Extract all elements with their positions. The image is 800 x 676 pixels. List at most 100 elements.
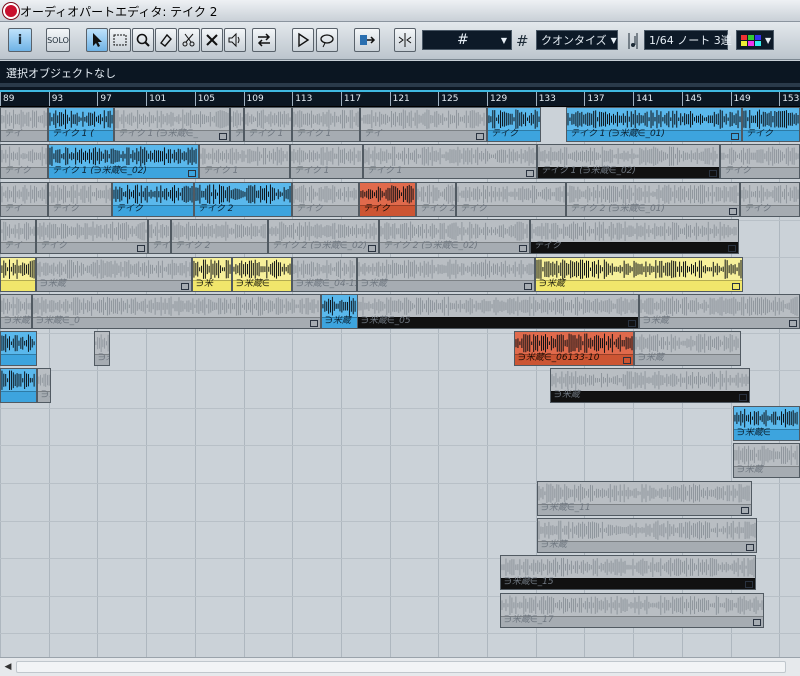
audio-event[interactable]: テイク 1	[199, 144, 290, 179]
ruler-mark: 129	[487, 92, 507, 106]
audio-event[interactable]: ∋米蔵	[0, 294, 32, 329]
autoscroll-button[interactable]	[354, 28, 380, 52]
audio-event[interactable]: ∋米蔵	[733, 443, 800, 478]
continuation-icon	[628, 320, 636, 327]
audio-event[interactable]: ∋米蔵∈_17	[500, 593, 764, 628]
audio-event[interactable]: テイク 1	[363, 144, 537, 179]
waveform	[567, 109, 741, 129]
audio-event[interactable]: ∋米	[192, 257, 232, 292]
audio-event[interactable]: ∋米蔵∈_11	[537, 481, 752, 516]
audio-event[interactable]: テイク 1 (∋米蔵∈_	[114, 107, 230, 142]
horizontal-scrollbar[interactable]: ◀	[0, 657, 800, 676]
range-select-tool[interactable]	[109, 28, 131, 52]
audio-event[interactable]	[0, 257, 36, 292]
audio-event[interactable]: ∋米蔵	[357, 257, 535, 292]
audio-event[interactable]: テイク	[487, 107, 541, 142]
audio-event[interactable]: テイク	[112, 182, 194, 217]
event-display[interactable]: テイテイク 1 (テイク 1 (∋米蔵∈_テイテイク 1テイク 1テイテイクテイ…	[0, 107, 800, 657]
audio-event[interactable]: テイク	[359, 182, 416, 217]
audio-event[interactable]: テイク 1 (	[48, 107, 114, 142]
lane-divider	[0, 633, 800, 635]
solo-button[interactable]: SOLO	[46, 28, 70, 52]
waveform	[640, 296, 798, 316]
audio-event[interactable]: テイク 2 (∋米蔵∈_01)	[566, 182, 740, 217]
color-menu-dropdown[interactable]: ▼	[736, 30, 774, 50]
audio-event[interactable]	[0, 331, 37, 366]
scrub-tool[interactable]	[252, 28, 276, 52]
info-button[interactable]: i	[8, 28, 32, 52]
play-button[interactable]	[292, 28, 314, 52]
speaker-tool[interactable]	[224, 28, 246, 52]
audio-event[interactable]: ∋米蔵∈	[232, 257, 292, 292]
audio-event[interactable]: ∋米蔵	[634, 331, 741, 366]
audio-event[interactable]: テイク	[292, 182, 359, 217]
audio-event[interactable]: ∋米蔵	[36, 257, 192, 292]
audio-event[interactable]: テイク 1	[292, 107, 360, 142]
event-label: テイク 2	[198, 204, 234, 214]
event-label: テイク	[4, 166, 31, 176]
continuation-icon	[526, 170, 534, 177]
audio-event[interactable]: テイ	[0, 107, 48, 142]
zoom-tool[interactable]	[132, 28, 154, 52]
grid-type-dropdown[interactable]: # ▼	[422, 30, 512, 50]
audio-event[interactable]	[0, 368, 37, 403]
continuation-icon	[188, 170, 196, 177]
audio-event[interactable]: テイク 2 (	[416, 182, 456, 217]
audio-event[interactable]: ∋米蔵	[535, 257, 743, 292]
audio-event[interactable]: テイク	[48, 182, 112, 217]
audio-part-editor-window: オーディオパートエディタ: テイク 2 i SOLO # ▼ # クオンタイズ …	[0, 0, 800, 676]
audio-event[interactable]: テイク 2	[148, 219, 171, 254]
audio-event[interactable]: テイク 2	[194, 182, 292, 217]
scissors-tool[interactable]	[178, 28, 200, 52]
audio-event[interactable]: テイク 2	[171, 219, 268, 254]
quantize-length-dropdown[interactable]: 1/64 ノート 3連 ▼	[644, 30, 742, 50]
scrollbar-thumb[interactable]	[16, 661, 786, 673]
snap-button[interactable]	[394, 28, 416, 52]
draw-tool[interactable]	[155, 28, 177, 52]
event-label: ∋米蔵∈_0	[36, 316, 80, 326]
color-palette-icon	[741, 34, 761, 46]
audio-event[interactable]: テイク 1 (∋米蔵∈_02)	[537, 144, 720, 179]
audio-event[interactable]: テイク	[530, 219, 739, 254]
waveform	[233, 259, 291, 279]
audio-event[interactable]: ∋米蔵∈_06133-10	[514, 331, 634, 366]
audio-event[interactable]: テイク	[742, 107, 800, 142]
audio-event[interactable]: ∋米蔵∈_06	[94, 331, 110, 366]
audio-event[interactable]: テイク 1	[244, 107, 292, 142]
object-select-tool[interactable]	[86, 28, 108, 52]
audio-event[interactable]: テイ	[230, 107, 244, 142]
audio-event[interactable]: ∋米蔵∈_07XX (∋米蔵∈_07)	[37, 368, 51, 403]
audio-event[interactable]: テイク	[456, 182, 566, 217]
audio-event[interactable]: テイ	[0, 182, 48, 217]
audio-event[interactable]: テイク 1	[290, 144, 363, 179]
audio-event[interactable]: テイ	[360, 107, 487, 142]
audio-event[interactable]: テイク	[0, 144, 48, 179]
bar-ruler[interactable]: 89 93 97 101 105 109 113 117 121 125 129 133 137 141 1…	[0, 87, 800, 107]
audio-event[interactable]: ∋米蔵	[550, 368, 750, 403]
audio-event[interactable]: ∋米蔵∈_05	[357, 294, 639, 329]
audio-event[interactable]: ∋米蔵	[321, 294, 358, 329]
waveform	[488, 109, 540, 129]
audio-event[interactable]: ∋米蔵∈_04-15G(パイケて	[292, 257, 357, 292]
waveform	[515, 333, 633, 353]
audio-event[interactable]: テイク	[740, 182, 800, 217]
waveform	[380, 221, 528, 241]
quantize-dropdown[interactable]: クオンタイズ ▼	[536, 30, 618, 50]
scroll-left-arrow-icon[interactable]: ◀	[1, 660, 15, 674]
audio-event[interactable]: テイク 1 (∋米蔵∈_01)	[566, 107, 742, 142]
event-label: テイク 1 (∋米蔵∈_01)	[570, 129, 665, 139]
audio-event[interactable]: ∋米蔵∈_0	[32, 294, 321, 329]
loop-button[interactable]	[316, 28, 338, 52]
audio-event[interactable]: テイ	[0, 219, 36, 254]
audio-event[interactable]: テイク	[720, 144, 800, 179]
continuation-icon	[137, 245, 145, 252]
audio-event[interactable]: ∋米蔵	[537, 518, 757, 553]
mute-tool[interactable]	[201, 28, 223, 52]
audio-event[interactable]: テイク 2 (∋米蔵∈_02)	[268, 219, 379, 254]
audio-event[interactable]: ∋米蔵	[639, 294, 800, 329]
audio-event[interactable]: テイク	[36, 219, 148, 254]
audio-event[interactable]: ∋米蔵∈	[733, 406, 800, 441]
audio-event[interactable]: テイク 2 (∋米蔵∈_02)	[379, 219, 530, 254]
audio-event[interactable]: ∋米蔵∈_15	[500, 555, 756, 590]
audio-event[interactable]: テイク 1 (∋米蔵∈_02)	[48, 144, 199, 179]
